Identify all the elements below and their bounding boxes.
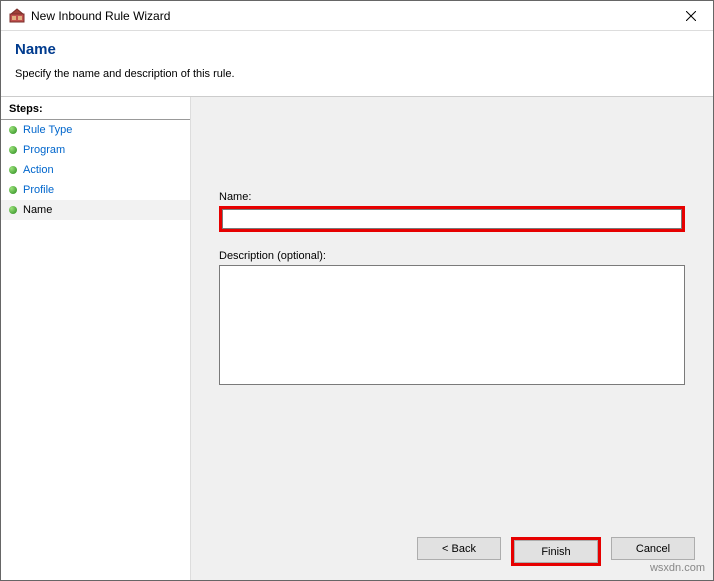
step-label: Name [23,204,52,216]
step-name[interactable]: Name [1,200,190,220]
step-profile[interactable]: Profile [1,180,190,200]
step-label: Profile [23,184,54,196]
step-label: Rule Type [23,124,72,136]
step-bullet-icon [9,206,17,214]
close-button[interactable] [671,2,711,30]
cancel-button[interactable]: Cancel [611,537,695,560]
step-action[interactable]: Action [1,160,190,180]
steps-heading: Steps: [1,97,190,120]
steps-sidebar: Steps: Rule Type Program Action Profile … [1,97,191,580]
page-title: Name [15,41,699,58]
step-program[interactable]: Program [1,140,190,160]
titlebar: New Inbound Rule Wizard [1,1,713,31]
finish-button[interactable]: Finish [514,540,598,563]
wizard-header: Name Specify the name and description of… [1,31,713,96]
wizard-body: Steps: Rule Type Program Action Profile … [1,96,713,580]
name-label: Name: [219,191,685,203]
step-label: Program [23,144,65,156]
name-highlight-box [219,206,685,232]
app-icon [9,8,25,24]
description-label: Description (optional): [219,250,685,262]
step-bullet-icon [9,126,17,134]
watermark: wsxdn.com [650,562,705,574]
window-title: New Inbound Rule Wizard [31,9,671,23]
name-input[interactable] [222,209,682,229]
step-label: Action [23,164,54,176]
description-input[interactable] [219,265,685,385]
wizard-content: Name: Description (optional): < Back Fin… [191,97,713,580]
finish-highlight-box: Finish [511,537,601,566]
close-icon [686,11,696,21]
step-rule-type[interactable]: Rule Type [1,120,190,140]
step-bullet-icon [9,186,17,194]
back-button[interactable]: < Back [417,537,501,560]
step-bullet-icon [9,146,17,154]
wizard-window: New Inbound Rule Wizard Name Specify the… [0,0,714,581]
page-subtitle: Specify the name and description of this… [15,68,699,80]
step-bullet-icon [9,166,17,174]
